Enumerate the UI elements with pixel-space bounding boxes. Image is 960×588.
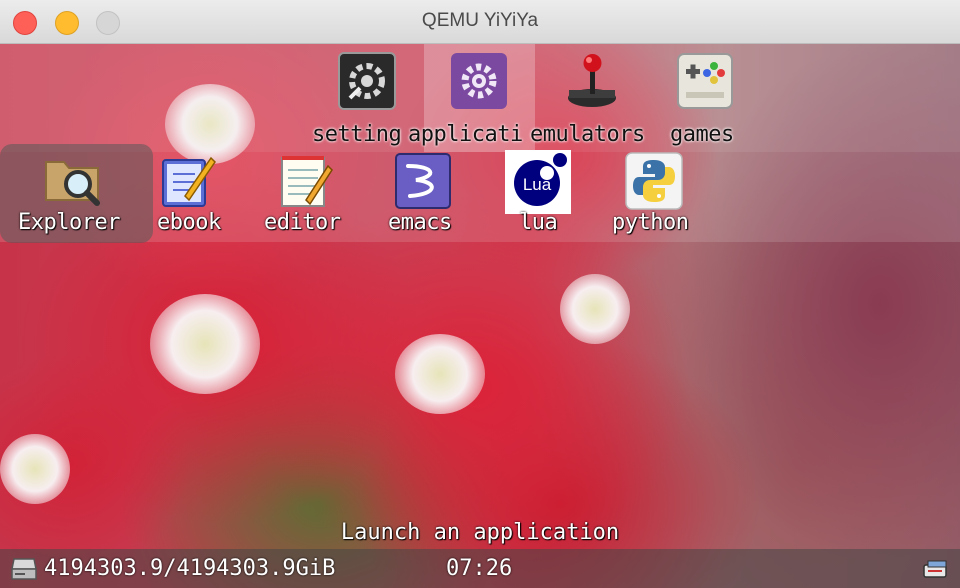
app-ebook[interactable]: ebook <box>153 150 233 242</box>
notepad-icon <box>276 152 334 210</box>
category-games[interactable]: games <box>660 52 760 152</box>
status-bar: 4194303.9/4194303.9GiB 07:26 <box>0 549 960 588</box>
app-editor[interactable]: editor <box>262 150 352 242</box>
app-ebook-label: ebook <box>157 210 221 235</box>
app-explorer[interactable]: Explorer <box>0 150 153 242</box>
wallpaper-flower <box>0 434 70 504</box>
app-python-label: python <box>612 210 689 235</box>
emacs-icon <box>394 152 452 210</box>
category-emulators-label: emulators <box>530 122 645 147</box>
gamepad-icon <box>676 52 734 110</box>
category-setting-label: setting <box>312 122 402 147</box>
app-python[interactable]: python <box>608 150 700 242</box>
app-explorer-label: Explorer <box>18 210 120 235</box>
clock: 07:26 <box>446 556 513 581</box>
category-applications-label: applicati <box>408 122 523 147</box>
disk-drive-icon[interactable] <box>10 557 38 585</box>
status-message: Launch an application <box>340 520 620 545</box>
category-emulators[interactable]: emulators <box>530 52 655 152</box>
app-lua-label: lua <box>519 210 558 235</box>
wallpaper-flower <box>395 334 485 414</box>
app-emacs[interactable]: emacs <box>388 150 468 242</box>
category-games-label: games <box>670 122 734 147</box>
app-lua[interactable]: Lua lua <box>505 150 571 242</box>
window-title-bar[interactable]: QEMU YiYiYa <box>0 0 960 44</box>
disk-usage: 4194303.9/4194303.9GiB <box>44 556 336 581</box>
category-applications[interactable]: applicati <box>408 52 535 152</box>
window-title: QEMU YiYiYa <box>421 10 539 31</box>
settings-gear-icon <box>338 52 396 110</box>
python-logo-icon <box>625 152 683 210</box>
wallpaper-flower <box>560 274 630 344</box>
wallpaper-flower <box>150 294 260 394</box>
lua-logo-icon: Lua <box>505 150 571 214</box>
ebook-pen-icon <box>159 152 217 210</box>
folder-search-icon <box>44 150 102 208</box>
lua-logo-text: Lua <box>523 175 552 194</box>
desktop: setting applicati emulators games Explor… <box>0 44 960 588</box>
app-editor-label: editor <box>264 210 341 235</box>
app-emacs-label: emacs <box>388 210 452 235</box>
applications-gear-icon <box>450 52 508 110</box>
joystick-icon <box>563 52 621 110</box>
network-icon[interactable] <box>922 557 950 585</box>
